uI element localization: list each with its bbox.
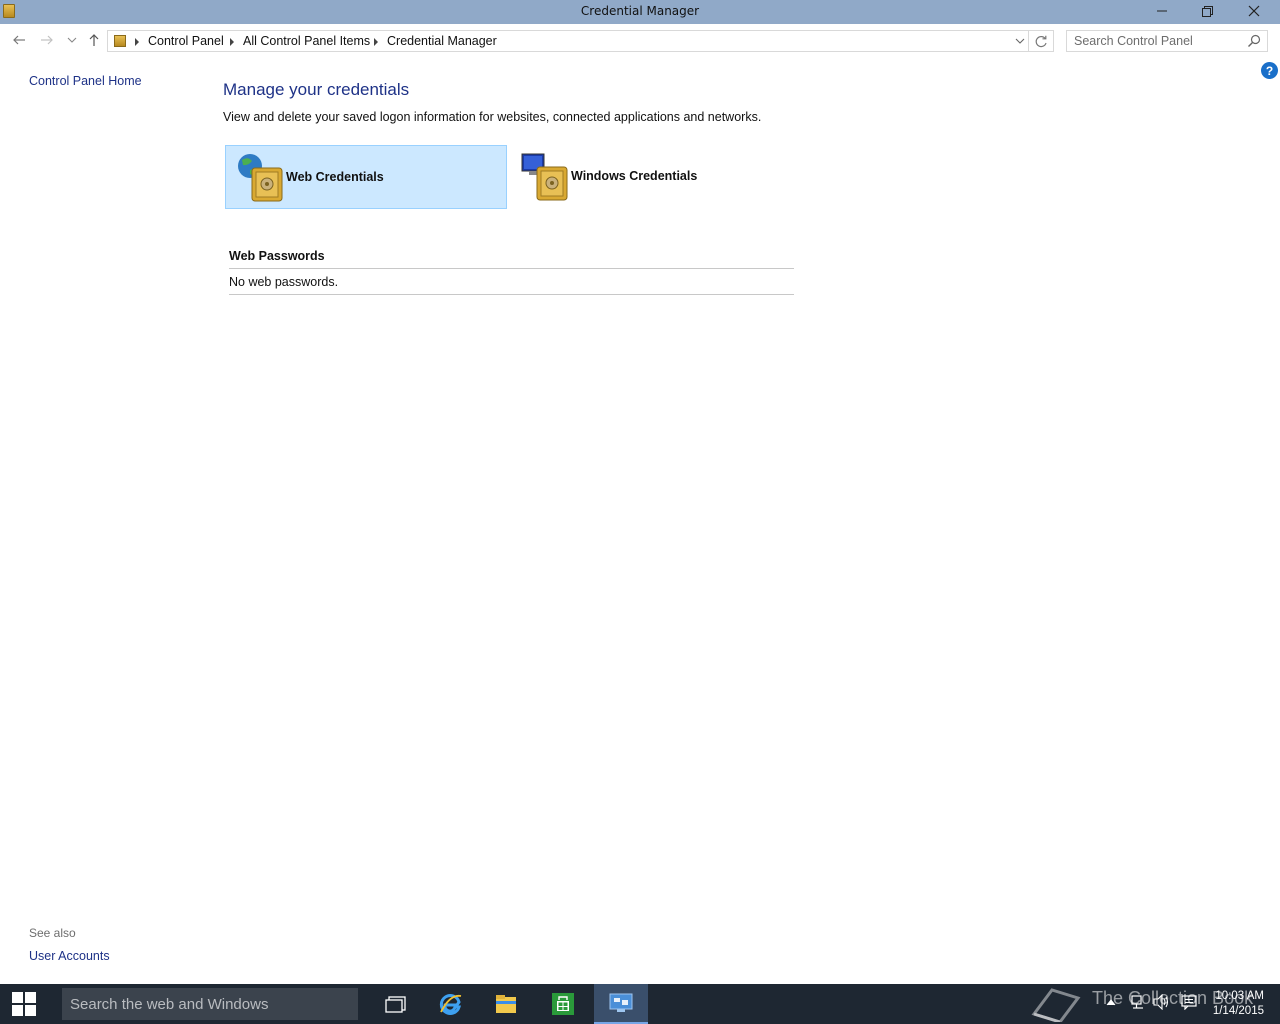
action-center-icon[interactable] (1181, 994, 1197, 1010)
search-icon[interactable] (1247, 34, 1261, 51)
file-explorer-button[interactable] (479, 984, 533, 1024)
task-view-button[interactable] (369, 984, 423, 1024)
minimize-icon (1157, 10, 1167, 12)
restore-button[interactable] (1184, 0, 1230, 22)
forward-arrow-icon (41, 35, 53, 45)
no-web-passwords-message: No web passwords. (229, 275, 339, 289)
section-divider (229, 268, 794, 269)
up-button[interactable] (84, 30, 104, 50)
volume-icon[interactable] (1153, 994, 1171, 1010)
back-arrow-icon (13, 35, 25, 45)
refresh-icon (1035, 35, 1047, 47)
breadcrumb-all-items[interactable]: All Control Panel Items (243, 34, 370, 48)
forward-button[interactable] (37, 30, 57, 50)
up-arrow-icon (89, 34, 99, 46)
web-credentials-label: Web Credentials (286, 170, 384, 184)
breadcrumb-control-panel[interactable]: Control Panel (148, 34, 224, 48)
network-icon[interactable] (1130, 994, 1146, 1010)
minimize-button[interactable] (1139, 0, 1185, 22)
internet-explorer-icon (439, 994, 462, 1015)
title-bar: Credential Manager (0, 0, 1280, 24)
restore-icon (1202, 6, 1213, 17)
taskbar-search-box (62, 988, 358, 1020)
recent-locations-button[interactable] (62, 30, 82, 50)
show-hidden-icons-icon[interactable] (1106, 998, 1116, 1006)
windows-credentials-button[interactable]: Windows Credentials (511, 145, 793, 209)
clock-time: 10:03 AM (1215, 990, 1264, 1002)
breadcrumb-separator (135, 38, 139, 46)
search-input[interactable] (1067, 31, 1242, 51)
back-button[interactable] (9, 30, 29, 50)
breadcrumb-separator (374, 38, 378, 46)
close-button[interactable] (1231, 0, 1277, 22)
refresh-button[interactable] (1029, 30, 1054, 52)
control-panel-taskbar-button[interactable] (594, 984, 648, 1024)
page-title: Manage your credentials (223, 80, 410, 99)
address-dropdown-button[interactable] (1015, 35, 1025, 49)
section-divider (229, 294, 794, 295)
navigation-bar: Control Panel All Control Panel Items Cr… (0, 24, 1280, 58)
windows-logo-icon (12, 992, 36, 1016)
windows-credentials-label: Windows Credentials (571, 169, 698, 183)
internet-explorer-button[interactable] (423, 984, 477, 1024)
taskbar-search-input[interactable] (62, 988, 358, 1020)
window-title: Credential Manager (580, 4, 700, 18)
user-accounts-link[interactable]: User Accounts (29, 949, 110, 963)
help-button[interactable]: ? (1261, 62, 1278, 79)
control-panel-home-link[interactable]: Control Panel Home (29, 74, 142, 88)
file-explorer-icon (496, 995, 516, 1013)
web-passwords-header: Web Passwords (229, 249, 325, 263)
close-icon (1248, 5, 1260, 17)
web-credentials-button[interactable]: Web Credentials (225, 145, 507, 209)
breadcrumb-credential-manager[interactable]: Credential Manager (387, 34, 497, 48)
store-icon (552, 993, 574, 1015)
search-box (1066, 30, 1268, 52)
windows-credentials-icon (521, 153, 568, 201)
clock-date: 1/14/2015 (1212, 1005, 1264, 1017)
see-also-label: See also (29, 926, 76, 940)
web-credentials-icon (238, 154, 283, 202)
system-clock[interactable]: 10:03 AM 1/14/2015 (1213, 989, 1264, 1019)
control-panel-icon (114, 35, 126, 47)
chevron-down-icon (67, 37, 77, 43)
breadcrumb-separator (230, 38, 234, 46)
chevron-down-icon (1015, 38, 1025, 44)
control-panel-icon (609, 993, 633, 1012)
address-bar[interactable]: Control Panel All Control Panel Items Cr… (107, 30, 1029, 52)
start-button[interactable] (0, 984, 48, 1024)
page-description: View and delete your saved logon informa… (223, 110, 762, 124)
store-button[interactable] (536, 984, 590, 1024)
taskbar: The Collection Book 10:03 AM 1/14/2015 (0, 984, 1280, 1024)
book-watermark-icon (1031, 988, 1081, 1022)
task-view-icon (385, 996, 406, 1013)
